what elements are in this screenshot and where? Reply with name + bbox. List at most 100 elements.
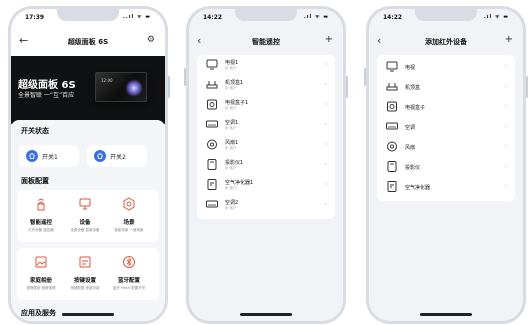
grid-item-sub: 按键配置 按键功能	[70, 286, 100, 290]
device-icon	[79, 198, 91, 210]
list-item[interactable]: 空气净化器1 卧 客厅 ›	[197, 175, 335, 195]
add-ir-device-screen: 14:22 .ıl ᯤ ▬ ‹ 添加红外设备 + 电视 › 机顶盒 › 电视盒子…	[369, 9, 523, 321]
home-indicator	[420, 313, 472, 316]
page-title: 智能遥控	[252, 38, 280, 46]
chevron-right-icon: ›	[504, 163, 507, 170]
remote-device-list: 电视1 卧 客厅 › 机顶盒1 卧 客厅 › 电视盒子1 卧 客厅 › 空调1 …	[197, 55, 335, 219]
grid-item-album[interactable]: 家庭相册 更换壁纸 相册管理	[19, 254, 63, 291]
power-icon	[26, 150, 38, 162]
home-indicator	[240, 313, 292, 316]
power-icon	[94, 150, 106, 162]
grid-item-remote[interactable]: 智能遥控 红外设备 遥控器	[19, 196, 63, 233]
album-icon	[35, 256, 47, 268]
item-name: 电视盒子	[405, 105, 426, 111]
list-item[interactable]: 电视盒子1 卧 客厅 ›	[197, 95, 335, 115]
grid-item-title: 智能遥控	[29, 220, 52, 226]
list-item[interactable]: 机顶盒1 卧 客厅 ›	[197, 75, 335, 95]
item-name: 电视1	[225, 60, 239, 66]
settop-box-icon	[206, 81, 218, 89]
list-item[interactable]: 投影仪1 卧 客厅 ›	[197, 155, 335, 175]
chevron-right-icon: ›	[324, 201, 327, 208]
chevron-right-icon: ›	[324, 141, 327, 148]
remote-icon	[37, 198, 45, 211]
air-conditioner-icon	[206, 120, 218, 128]
add-icon[interactable]: +	[505, 34, 513, 45]
list-item[interactable]: 空调1 卧 客厅 ›	[197, 115, 335, 135]
page-title: 添加红外设备	[425, 38, 467, 46]
switch-section-title: 开关状态	[21, 127, 49, 135]
switch-card-2[interactable]: 开关2	[87, 145, 147, 167]
phone-notch	[415, 9, 477, 21]
item-name: 投影仪1	[225, 160, 244, 166]
grid-item-title: 家庭相册	[29, 278, 52, 284]
chevron-right-icon: ›	[324, 61, 327, 68]
item-name: 空调	[405, 125, 416, 131]
item-room: 卧 客厅	[225, 106, 237, 110]
status-icons: .ıl ᯤ ▬	[483, 14, 509, 20]
bluetooth-icon	[123, 256, 135, 268]
add-icon[interactable]: +	[325, 34, 333, 45]
item-room: 卧 客厅	[225, 126, 237, 130]
projector-icon	[387, 161, 397, 172]
grid-item-scene[interactable]: 场景 智能场景 一键场景	[107, 196, 151, 233]
grid-item-sub: 全屋设备 智能设备	[70, 228, 100, 232]
item-room: 卧 客厅	[225, 206, 237, 210]
item-name: 风扇1	[225, 140, 239, 146]
list-item[interactable]: 风扇 ›	[377, 137, 515, 157]
grid-item-sub: 更换壁纸 相册管理	[26, 286, 56, 290]
status-icons: ..ıl ᯤ ▬	[123, 14, 151, 20]
ir-device-type-list: 电视 › 机顶盒 › 电视盒子 › 空调 › 风扇 › 投影仪 › 空气净化器 …	[377, 55, 515, 201]
chevron-right-icon: ›	[504, 143, 507, 150]
chevron-right-icon: ›	[324, 161, 327, 168]
switch-card-1[interactable]: 开关1	[19, 145, 79, 167]
item-name: 机顶盒1	[225, 80, 244, 86]
grid-item-title: 场景	[123, 220, 135, 226]
settop-box-icon	[386, 83, 398, 91]
list-item[interactable]: 电视 ›	[377, 57, 515, 77]
chevron-right-icon: ›	[504, 183, 507, 190]
grid-item-title: 设备	[79, 220, 91, 226]
list-item[interactable]: 机顶盒 ›	[377, 77, 515, 97]
chevron-right-icon: ›	[504, 63, 507, 70]
item-name: 空调1	[225, 120, 239, 126]
tv-box-icon	[387, 101, 397, 112]
super-panel-screen: 17:39 ..ıl ᯤ ▬ ← 超级面板 6S ⚙ 超级面板 6S 全景智联 …	[11, 9, 165, 321]
grid-item-bluetooth[interactable]: 蓝牙配置 蓝牙 Mesh 配置开关	[107, 254, 151, 291]
phone-notch	[235, 9, 297, 21]
phone-side-button	[346, 76, 348, 98]
page-title: 超级面板 6S	[67, 38, 109, 46]
list-item[interactable]: 空调2 卧 客厅 ›	[197, 195, 335, 215]
status-time: 14:22	[203, 14, 223, 21]
grid-item-title: 蓝牙配置	[117, 278, 140, 284]
panel-glow	[125, 79, 143, 97]
list-item[interactable]: 投影仪 ›	[377, 157, 515, 177]
item-room: 卧 客厅	[225, 86, 237, 90]
grid-item-sub: 蓝牙 Mesh 配置开关	[112, 286, 146, 290]
list-item[interactable]: 电视1 卧 客厅 ›	[197, 55, 335, 75]
home-indicator	[62, 313, 114, 316]
smart-remote-screen: 14:22 .ıl ᯤ ▬ ‹ 智能遥控 + 电视1 卧 客厅 › 机顶盒1 卧…	[189, 9, 343, 321]
panel-content: 开关状态 开关1 开关2 面板配置 智能遥控 红外设备 遥控器 设备 全屋设备 …	[11, 120, 165, 321]
list-item[interactable]: 空调 ›	[377, 117, 515, 137]
status-icons: .ıl ᯤ ▬	[303, 14, 329, 20]
settings-icon[interactable]: ⚙	[147, 35, 155, 45]
grid-item-key-settings[interactable]: 按键设置 按键配置 按键功能	[63, 254, 107, 291]
status-time: 14:22	[383, 14, 403, 21]
item-name: 电视盒子1	[225, 100, 249, 106]
nav-bar: ← 超级面板 6S ⚙	[11, 31, 165, 53]
grid-item-title: 按键设置	[73, 278, 96, 284]
list-item[interactable]: 空气净化器 ›	[377, 177, 515, 197]
nav-bar: ‹ 智能遥控 +	[189, 31, 343, 53]
tv-icon	[206, 59, 218, 70]
chevron-right-icon: ›	[324, 121, 327, 128]
tv-box-icon	[207, 99, 217, 110]
phone-super-panel: 17:39 ..ıl ᯤ ▬ ← 超级面板 6S ⚙ 超级面板 6S 全景智联 …	[8, 6, 170, 324]
key-icon	[79, 256, 91, 268]
grid-item-sub: 智能场景 一键场景	[114, 228, 144, 232]
air-conditioner-icon	[386, 122, 398, 130]
list-item[interactable]: 风扇1 卧 客厅 ›	[197, 135, 335, 155]
list-item[interactable]: 电视盒子 ›	[377, 97, 515, 117]
switch-label: 开关2	[110, 154, 126, 161]
grid-item-device[interactable]: 设备 全屋设备 智能设备	[63, 196, 107, 233]
item-name: 机顶盒	[405, 85, 421, 91]
